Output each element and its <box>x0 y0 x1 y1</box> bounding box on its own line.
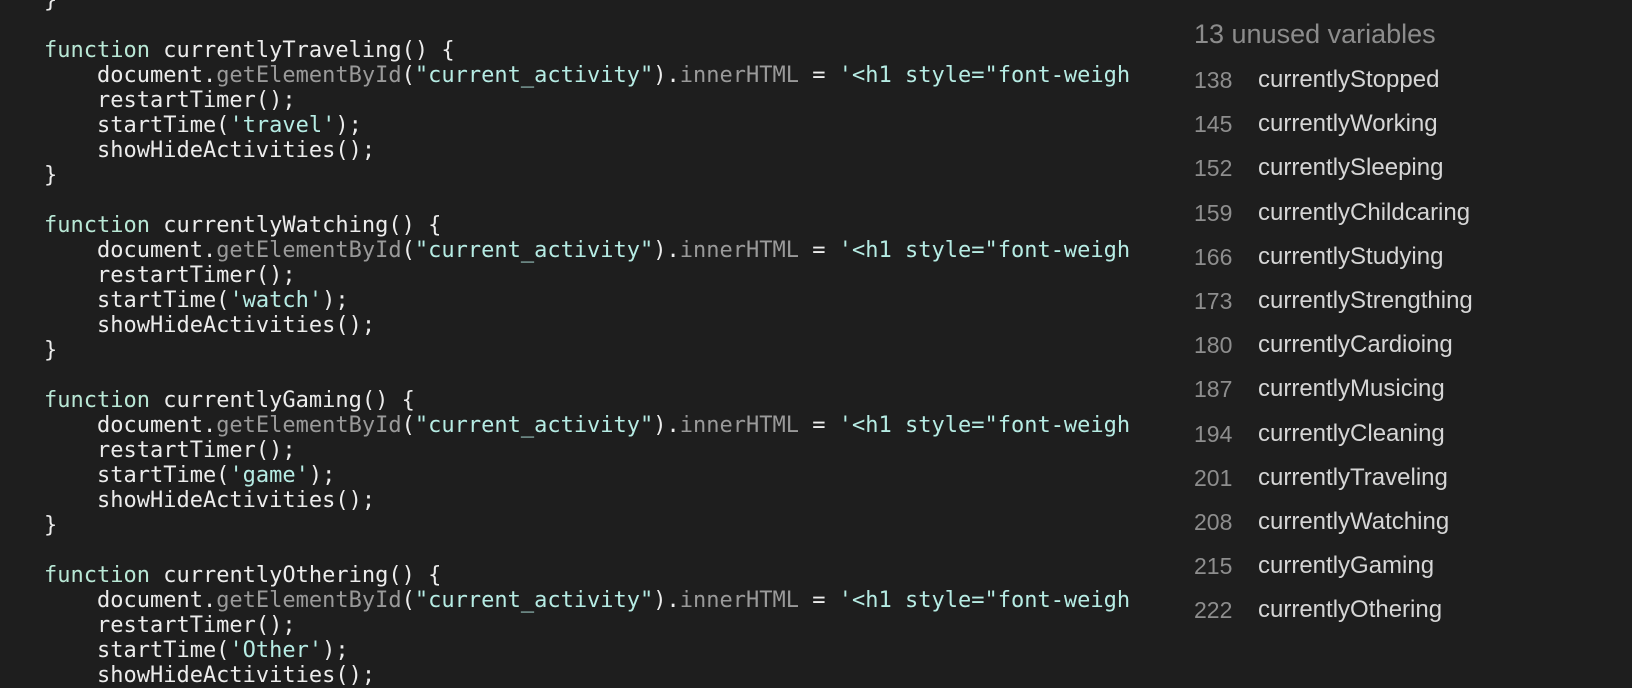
code-editor[interactable]: } function currentlyTraveling() { documen… <box>0 0 1150 688</box>
variable-name: currentlyWatching <box>1258 508 1450 535</box>
code-line: function currentlyTraveling() { <box>44 38 455 63</box>
variable-name: currentlyOthering <box>1258 596 1443 623</box>
code-line: document.getElementById("current_activit… <box>44 238 1131 263</box>
variable-line-number: 138 <box>1194 67 1233 93</box>
variable-line-number: 187 <box>1194 376 1233 402</box>
unused-variable-item[interactable]: 201 currentlyTraveling <box>1194 463 1614 493</box>
unused-variable-item[interactable]: 215 currentlyGaming <box>1194 551 1614 581</box>
unused-variable-item[interactable]: 145 currentlyWorking <box>1194 109 1614 139</box>
code-line: restartTimer(); <box>44 438 296 463</box>
unused-variable-item[interactable]: 138 currentlyStopped <box>1194 65 1614 95</box>
variable-line-number: 194 <box>1194 421 1233 447</box>
variable-line-number: 222 <box>1194 597 1233 623</box>
variable-name: currentlyCleaning <box>1258 420 1445 447</box>
variable-name: currentlyStudying <box>1258 243 1444 270</box>
unused-variable-item[interactable]: 159 currentlyChildcaring <box>1194 198 1614 228</box>
code-line: document.getElementById("current_activit… <box>44 63 1131 88</box>
editor-window: } function currentlyTraveling() { documen… <box>0 0 1632 688</box>
unused-variable-item[interactable]: 222 currentlyOthering <box>1194 595 1614 625</box>
variable-name: currentlySleeping <box>1258 154 1444 181</box>
variable-name: currentlyStopped <box>1258 66 1440 93</box>
unused-variables-panel: 13 unused variables 138 currentlyStopped 1… <box>1150 0 1632 688</box>
unused-variable-item[interactable]: 208 currentlyWatching <box>1194 507 1614 537</box>
variable-line-number: 208 <box>1194 509 1233 535</box>
panel-title: 13 unused variables <box>1194 19 1436 49</box>
variable-name: currentlyCardioing <box>1258 331 1453 358</box>
variable-line-number: 180 <box>1194 332 1233 358</box>
code-line: showHideActivities(); <box>44 663 376 688</box>
code-line: startTime('travel'); <box>44 113 362 138</box>
unused-variable-item[interactable]: 152 currentlySleeping <box>1194 153 1614 183</box>
code-line: startTime('watch'); <box>44 288 349 313</box>
unused-variable-item[interactable]: 180 currentlyCardioing <box>1194 330 1614 360</box>
variable-line-number: 201 <box>1194 465 1233 491</box>
code-line: document.getElementById("current_activit… <box>44 588 1131 613</box>
code-line: restartTimer(); <box>44 613 296 638</box>
variable-line-number: 166 <box>1194 244 1233 270</box>
unused-variable-item[interactable]: 187 currentlyMusicing <box>1194 374 1614 404</box>
unused-variable-item[interactable]: 173 currentlyStrengthing <box>1194 286 1614 316</box>
code-line: function currentlyWatching() { <box>44 213 442 238</box>
code-line: } <box>44 338 58 363</box>
code-line: } <box>44 513 58 538</box>
variable-name: currentlyWorking <box>1258 110 1438 137</box>
variable-name: currentlyGaming <box>1258 552 1435 579</box>
code-line: showHideActivities(); <box>44 313 376 338</box>
code-line: function currentlyGaming() { <box>44 388 415 413</box>
code-line: startTime('game'); <box>44 463 336 488</box>
code-line: showHideActivities(); <box>44 138 376 163</box>
unused-variable-item[interactable]: 194 currentlyCleaning <box>1194 419 1614 449</box>
variable-line-number: 159 <box>1194 200 1233 226</box>
code-line: restartTimer(); <box>44 263 296 288</box>
variable-line-number: 152 <box>1194 155 1233 181</box>
code-line: } <box>44 163 58 188</box>
variable-line-number: 145 <box>1194 111 1233 137</box>
variable-line-number: 173 <box>1194 288 1233 314</box>
variable-name: currentlyTraveling <box>1258 464 1448 491</box>
variable-line-number: 215 <box>1194 553 1233 579</box>
code-line: document.getElementById("current_activit… <box>44 413 1131 438</box>
variable-name: currentlyMusicing <box>1258 375 1445 402</box>
code-line: showHideActivities(); <box>44 488 376 513</box>
unused-variable-item[interactable]: 166 currentlyStudying <box>1194 242 1614 272</box>
variable-name: currentlyChildcaring <box>1258 199 1471 226</box>
variable-name: currentlyStrengthing <box>1258 287 1473 314</box>
code-line: function currentlyOthering() { <box>44 563 442 588</box>
code-line: startTime('Other'); <box>44 638 349 663</box>
code-line: restartTimer(); <box>44 88 296 113</box>
code-line: } <box>44 0 58 13</box>
